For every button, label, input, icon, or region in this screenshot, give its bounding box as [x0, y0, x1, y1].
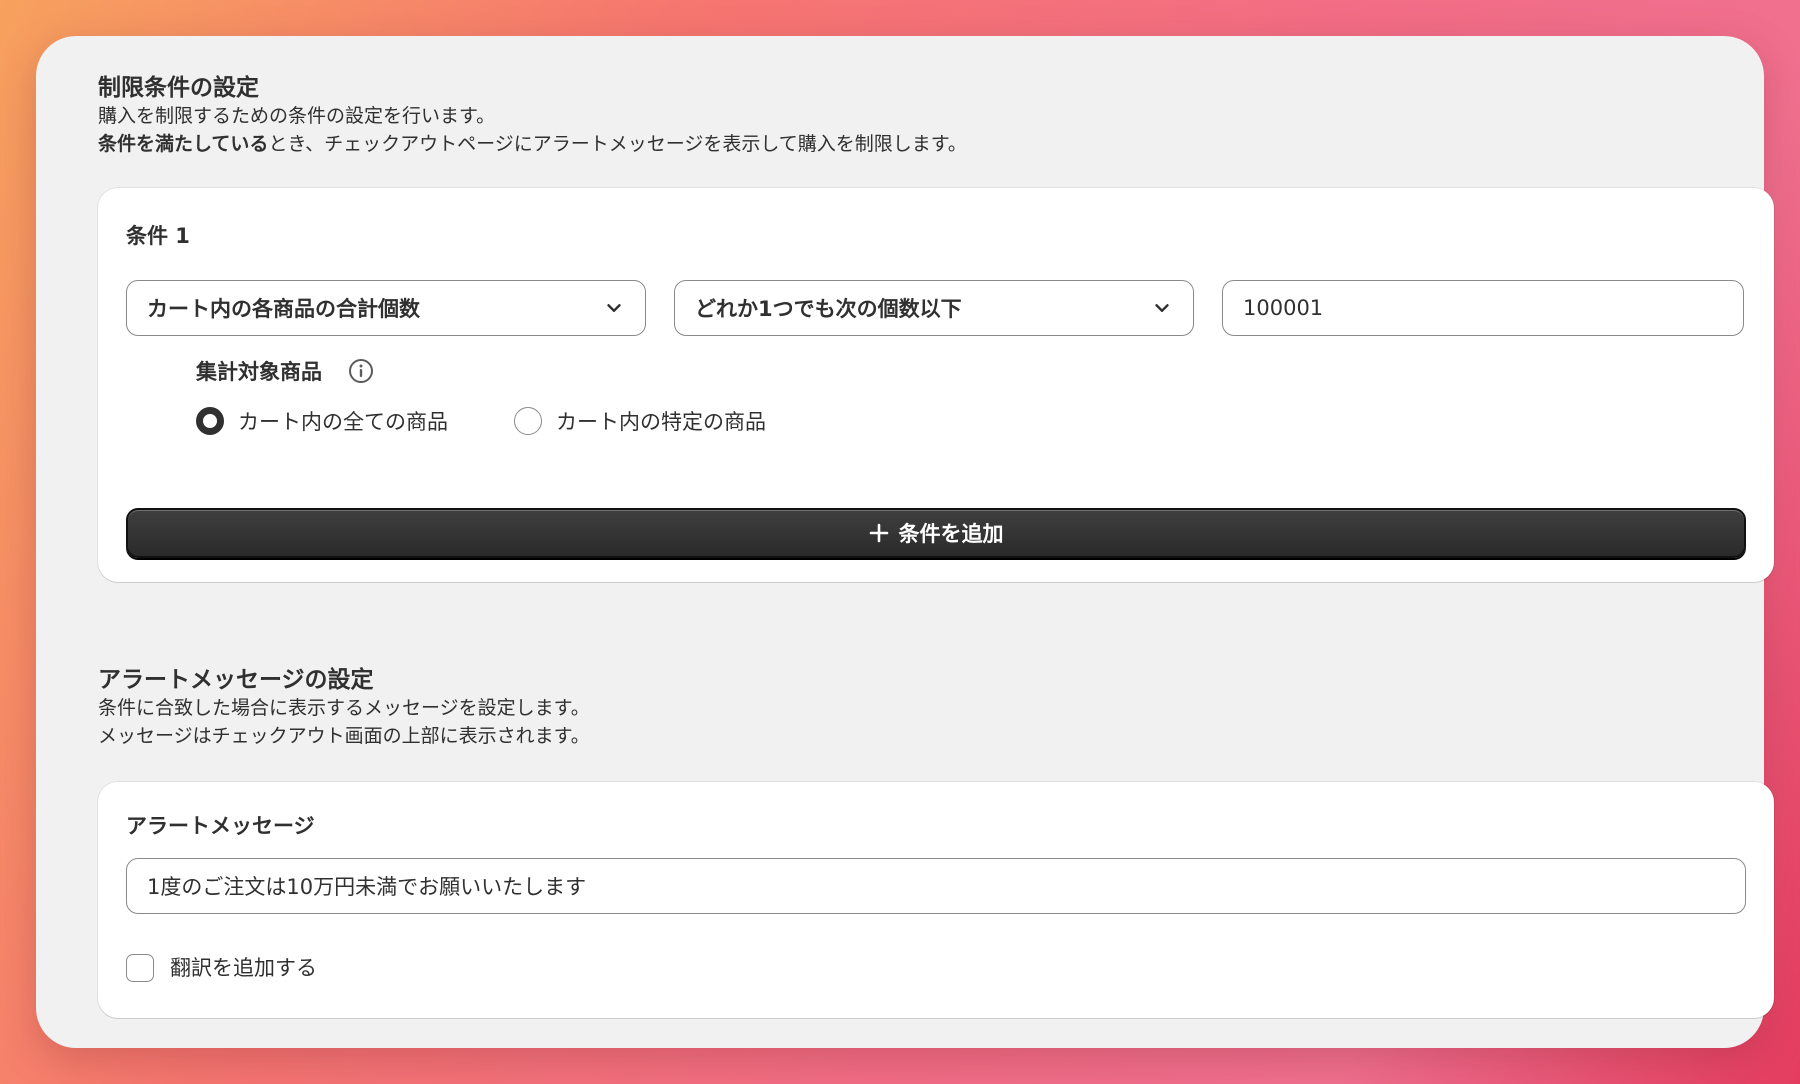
alert-desc-line2: メッセージはチェックアウト画面の上部に表示されます。: [98, 725, 590, 747]
radio-specific-products[interactable]: カート内の特定の商品: [514, 406, 766, 436]
condition-label: 条件 1: [126, 224, 190, 248]
alert-message-value: 1度のご注文は10万円未満でお願いいたします: [147, 875, 587, 899]
restriction-desc-line2: 条件を満たしているとき、チェックアウトページにアラートメッセージを表示して購入を…: [98, 130, 967, 158]
alert-message-input[interactable]: 1度のご注文は10万円未満でお願いいたします: [126, 858, 1746, 914]
restriction-desc-line1: 購入を制限するための条件の設定を行います。: [98, 105, 496, 127]
restriction-desc-bold: 条件を満たしている: [98, 133, 269, 155]
alert-message-label: アラートメッセージ: [126, 814, 315, 838]
info-icon[interactable]: [348, 358, 374, 384]
condition-card: 条件 1 カート内の各商品の合計個数 どれか1つでも次の個数以下 100001 …: [98, 188, 1774, 582]
translation-checkbox-label[interactable]: 翻訳を追加する: [170, 954, 317, 982]
restriction-desc-rest: とき、チェックアウトページにアラートメッセージを表示して購入を制限します。: [268, 133, 967, 155]
radio-all-products[interactable]: カート内の全ての商品: [196, 406, 448, 436]
add-condition-button[interactable]: 条件を追加: [126, 508, 1746, 558]
add-condition-label: 条件を追加: [898, 522, 1004, 546]
radio-all-products-control[interactable]: [196, 407, 224, 435]
condition-field-select[interactable]: カート内の各商品の合計個数: [126, 280, 646, 336]
target-products-label: 集計対象商品: [196, 360, 322, 384]
restriction-section-description: 購入を制限するための条件の設定を行います。 条件を満たしているとき、チェックアウ…: [98, 102, 967, 158]
condition-operator-select[interactable]: どれか1つでも次の個数以下: [674, 280, 1194, 336]
radio-specific-products-label: カート内の特定の商品: [556, 410, 766, 434]
condition-field-value: カート内の各商品の合計個数: [147, 297, 420, 321]
restriction-section-title: 制限条件の設定: [98, 75, 259, 101]
target-products-heading: 集計対象商品: [196, 356, 374, 386]
alert-message-card: アラートメッセージ 1度のご注文は10万円未満でお願いいたします 翻訳を追加する: [98, 782, 1774, 1018]
alert-section-title: アラートメッセージの設定: [98, 667, 374, 693]
radio-specific-products-control[interactable]: [514, 407, 542, 435]
alert-section-description: 条件に合致した場合に表示するメッセージを設定します。 メッセージはチェックアウト…: [98, 694, 590, 750]
alert-desc-line1: 条件に合致した場合に表示するメッセージを設定します。: [98, 697, 590, 719]
condition-operator-value: どれか1つでも次の個数以下: [695, 297, 962, 321]
translation-checkbox[interactable]: [126, 954, 154, 982]
condition-value-input[interactable]: 100001: [1222, 280, 1744, 336]
plus-icon: [869, 523, 888, 543]
settings-panel: 制限条件の設定 購入を制限するための条件の設定を行います。 条件を満たしていると…: [36, 36, 1774, 1048]
condition-value-text: 100001: [1243, 296, 1324, 320]
radio-all-products-label: カート内の全ての商品: [238, 410, 448, 434]
chevron-down-icon: [607, 304, 621, 312]
chevron-down-icon: [1155, 304, 1169, 312]
